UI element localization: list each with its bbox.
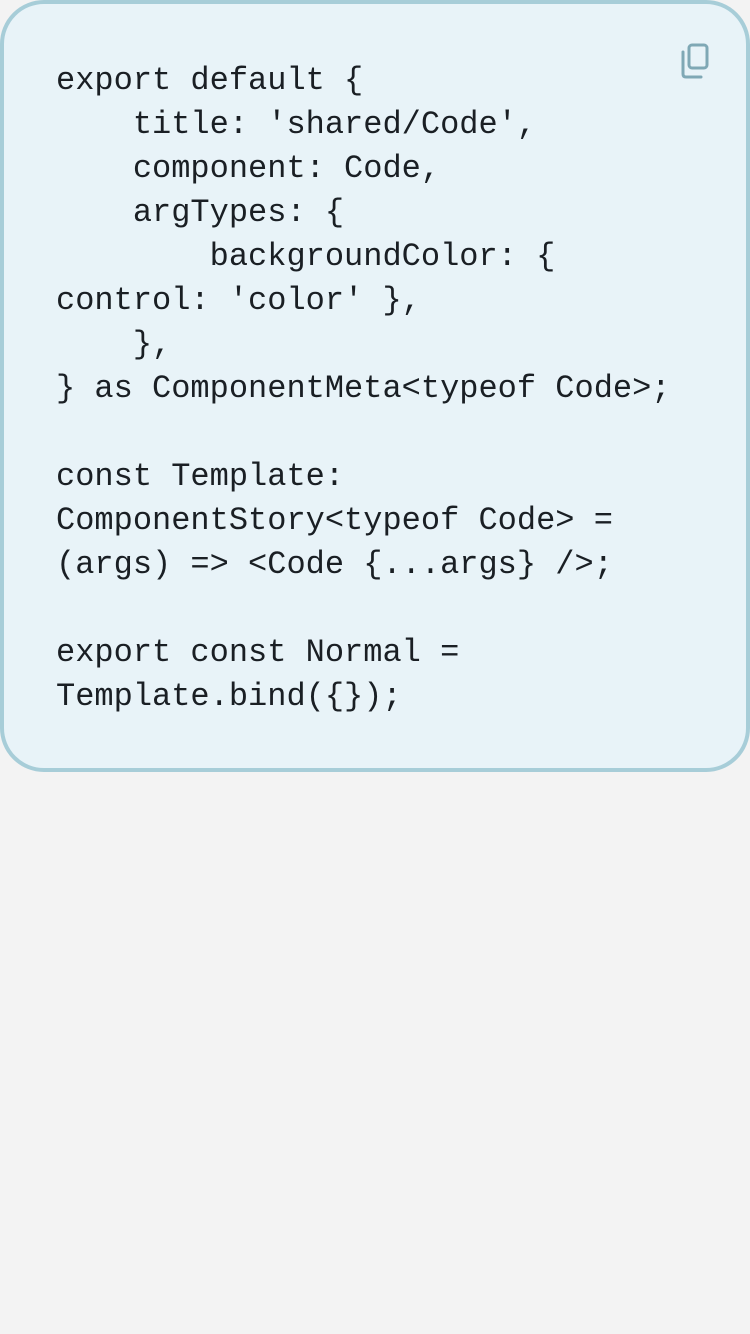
code-text: export default { title: 'shared/Code', c… xyxy=(56,62,671,715)
code-card: export default { title: 'shared/Code', c… xyxy=(0,0,750,772)
